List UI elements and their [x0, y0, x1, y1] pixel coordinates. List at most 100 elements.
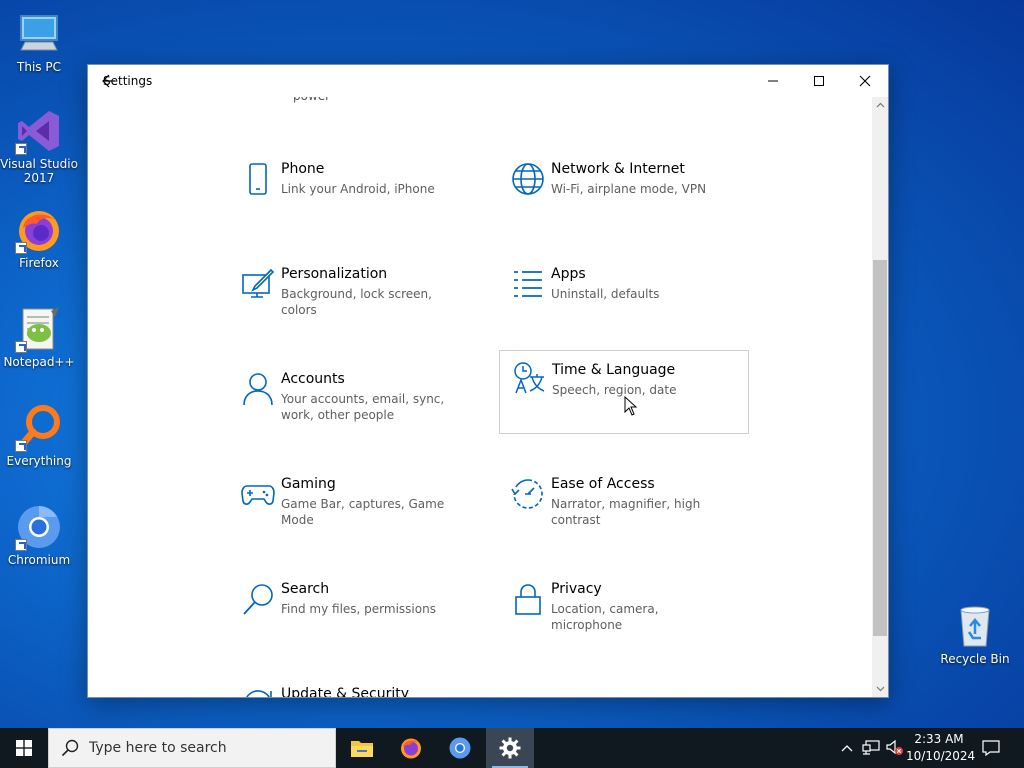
settings-window: Settings power Phone Link your Android, … [87, 64, 889, 698]
tile-network-internet[interactable]: Network & Internet Wi-Fi, airplane mode,… [499, 150, 749, 234]
desktop-icon-label: Everything [6, 454, 72, 468]
tile-search[interactable]: Search Find my files, permissions [229, 570, 479, 654]
close-icon [859, 75, 871, 87]
tile-time-language[interactable]: Time & Language Speech, region, date [499, 350, 749, 434]
partial-tile-description: power [293, 97, 330, 103]
tile-name: Privacy [551, 581, 602, 597]
tile-name: Search [281, 581, 330, 597]
network-tray-button[interactable] [860, 728, 882, 768]
volume-muted-icon [886, 740, 903, 755]
tile-name: Gaming [281, 476, 336, 492]
search-icon [61, 739, 79, 757]
lock-icon [515, 584, 541, 615]
chromium-icon [449, 737, 471, 759]
notepadpp-icon [15, 305, 63, 353]
tile-description: Link your Android, iPhone [281, 182, 435, 196]
desktop-icon-label: Visual Studio 2017 [0, 157, 78, 185]
tile-description: Game Bar, captures, Game Mode [281, 497, 445, 527]
desktop-icon-everything[interactable]: Everything [0, 404, 79, 468]
visual-studio-icon [15, 107, 63, 155]
desktop-icon-this-pc[interactable]: This PC [0, 10, 79, 74]
desktop-icon-firefox[interactable]: Firefox [0, 206, 79, 270]
phone-icon [249, 163, 267, 195]
windows-logo-icon [16, 740, 32, 756]
clock-time: 2:33 AM [914, 732, 964, 746]
tile-name: Accounts [281, 371, 345, 387]
close-button[interactable] [842, 65, 888, 97]
scroll-thumb[interactable] [873, 260, 887, 636]
tile-description: Location, camera, microphone [551, 602, 659, 632]
gamepad-icon [241, 485, 275, 505]
tile-description: Your accounts, email, sync, work, other … [281, 392, 445, 422]
tile-name: Personalization [281, 266, 388, 282]
tile-name: Update & Security [281, 686, 410, 697]
update-icon [246, 690, 272, 697]
everything-search-icon [15, 404, 63, 452]
taskbar-search-box[interactable] [48, 728, 336, 768]
desktop-icon-chromium[interactable]: Chromium [0, 503, 79, 567]
search-icon [243, 584, 273, 615]
mouse-cursor-icon [624, 396, 638, 416]
desktop-icon-notepadpp[interactable]: Notepad++ [0, 305, 79, 369]
action-center-button[interactable] [976, 728, 1006, 768]
tile-update-security[interactable]: Update & Security [229, 675, 479, 697]
taskbar: 2:33 AM 10/10/2024 [0, 728, 1024, 768]
tile-ease-of-access[interactable]: Ease of Access Narrator, magnifier, high… [499, 465, 749, 549]
scroll-down-button[interactable] [872, 681, 888, 697]
tile-personalization[interactable]: Personalization Background, lock screen,… [229, 255, 479, 339]
tile-name: Phone [281, 161, 325, 177]
tile-name: Apps [551, 266, 586, 282]
minimize-button[interactable] [750, 65, 796, 97]
title-bar[interactable]: Settings [88, 65, 888, 97]
gear-icon [499, 737, 521, 759]
desktop-icon-label: Notepad++ [3, 355, 75, 369]
maximize-button[interactable] [796, 65, 842, 97]
start-button[interactable] [0, 728, 48, 768]
taskbar-firefox[interactable] [387, 728, 435, 768]
desktop-icon-recycle-bin[interactable]: Recycle Bin [935, 602, 1015, 666]
paintbrush-icon [242, 268, 275, 298]
settings-content[interactable]: power Phone Link your Android, iPhone Ne… [88, 97, 872, 697]
tile-description: Wi-Fi, airplane mode, VPN [551, 182, 707, 196]
taskbar-settings[interactable] [486, 728, 534, 768]
globe-icon [512, 163, 544, 195]
tile-accounts[interactable]: Accounts Your accounts, email, sync, wor… [229, 360, 479, 444]
scroll-up-button[interactable] [872, 97, 888, 113]
computer-icon [15, 10, 63, 58]
desktop-icon-label: Recycle Bin [940, 652, 1010, 666]
tile-phone[interactable]: Phone Link your Android, iPhone [229, 150, 479, 234]
tile-gaming[interactable]: Gaming Game Bar, captures, Game Mode [229, 465, 479, 549]
taskbar-clock[interactable]: 2:33 AM 10/10/2024 [906, 731, 976, 765]
clock-date: 10/10/2024 [906, 749, 976, 763]
vertical-scrollbar[interactable] [872, 97, 888, 697]
tile-apps[interactable]: Apps Uninstall, defaults [499, 255, 749, 339]
recycle-bin-icon [951, 602, 999, 650]
taskbar-file-explorer[interactable] [338, 728, 386, 768]
chevron-up-icon [876, 102, 884, 108]
person-icon [243, 373, 273, 406]
desktop-icon-visual-studio[interactable]: Visual Studio 2017 [0, 107, 79, 185]
tile-description: Find my files, permissions [281, 602, 436, 616]
network-wired-icon [862, 740, 880, 755]
tile-name: Network & Internet [551, 161, 685, 177]
tile-description: Background, lock screen, colors [281, 287, 432, 317]
volume-tray-button[interactable] [884, 728, 906, 768]
tile-description: Narrator, magnifier, high contrast [551, 497, 701, 527]
notification-icon [982, 740, 1000, 756]
firefox-icon [15, 206, 63, 254]
window-title: Settings [103, 74, 153, 88]
chromium-icon [15, 503, 63, 551]
maximize-icon [814, 76, 824, 86]
time-language-icon [514, 362, 545, 394]
show-hidden-icons-button[interactable] [838, 728, 856, 768]
tile-privacy[interactable]: Privacy Location, camera, microphone [499, 570, 749, 654]
folder-icon [351, 741, 373, 757]
taskbar-search-input[interactable] [89, 740, 329, 756]
chevron-up-icon [841, 745, 853, 752]
chevron-down-icon [876, 686, 884, 692]
desktop-icon-label: Firefox [19, 256, 59, 270]
ease-of-access-icon [511, 479, 543, 509]
taskbar-chromium[interactable] [436, 728, 484, 768]
desktop-icon-label: This PC [17, 60, 61, 74]
tile-name: Time & Language [552, 362, 676, 378]
